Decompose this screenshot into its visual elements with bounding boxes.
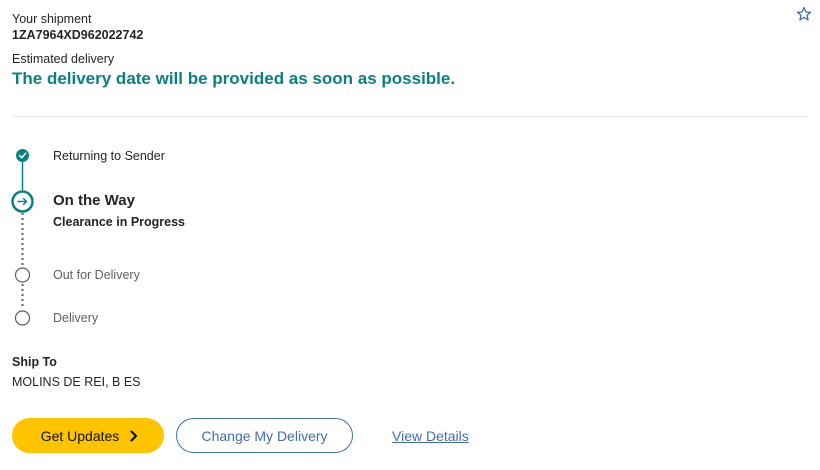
- check-circle-icon: [16, 149, 29, 162]
- step-out-for-delivery: Out for Delivery: [53, 268, 140, 282]
- get-updates-button[interactable]: Get Updates: [12, 418, 164, 453]
- chevron-right-icon: [130, 429, 138, 442]
- empty-circle-icon: [14, 310, 31, 326]
- progress-timeline: [11, 149, 34, 326]
- step-returning-to-sender: Returning to Sender: [53, 149, 165, 163]
- arrow-right-circle-icon: [11, 190, 34, 213]
- change-my-delivery-button[interactable]: Change My Delivery: [176, 418, 353, 453]
- ship-to-address: MOLINS DE REI, B ES: [12, 375, 141, 389]
- empty-circle-icon: [14, 267, 31, 283]
- step-on-the-way-status: Clearance in Progress: [53, 215, 186, 229]
- view-details-link[interactable]: View Details: [392, 428, 469, 444]
- ship-to-label: Ship To: [12, 355, 57, 369]
- get-updates-label: Get Updates: [40, 427, 120, 444]
- step-delivery: Delivery: [53, 311, 99, 325]
- step-on-the-way: On the Way: [53, 192, 135, 209]
- ship-to-section: Ship To MOLINS DE REI, B ES: [12, 354, 141, 390]
